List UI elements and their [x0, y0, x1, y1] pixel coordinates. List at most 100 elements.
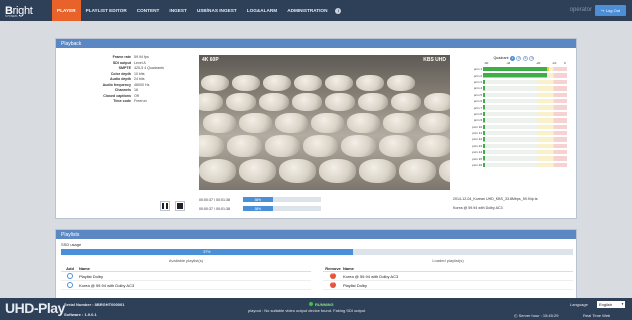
playlist-name: Playlist Dolby [79, 273, 104, 279]
level-fill [483, 111, 485, 117]
level-meter [483, 137, 567, 142]
add-playlist-icon[interactable] [67, 282, 73, 288]
level-meter [483, 73, 567, 78]
video-content [424, 93, 450, 111]
channel-label: pcm 7 [473, 105, 482, 110]
level-meter [483, 98, 567, 104]
table-row: Korea @ 59.94 with Dolby AC3 [323, 271, 573, 281]
quadrant-button-4[interactable]: 4 [529, 55, 535, 61]
playlist-name: Playlist Dolby [343, 282, 368, 288]
level-meter [483, 111, 567, 117]
scale-tick: -20 [536, 61, 541, 65]
video-content [259, 93, 289, 111]
ssd-usage-bar: 57% [61, 249, 573, 255]
video-content [399, 159, 436, 183]
brand-logo: Bright SYSTEMS [5, 4, 33, 19]
video-content [325, 93, 355, 111]
level-meter [483, 105, 567, 110]
name-column-header: Name [343, 266, 354, 271]
top-bar: Bright SYSTEMS PLAYER PLAYLIST EDITOR CO… [0, 0, 632, 21]
property-key: Time code [113, 99, 131, 103]
video-content [383, 113, 416, 133]
nav-player[interactable]: PLAYER [52, 0, 81, 21]
progress-fill: 38% [243, 206, 273, 211]
table-header: Add Name [61, 265, 311, 272]
playlists-header: Playlists [56, 230, 576, 239]
nav-log-alarm[interactable]: LOG&ALARM [242, 0, 282, 21]
nav-administration[interactable]: ADMINISTRATION [282, 0, 332, 21]
info-icon[interactable]: i [335, 7, 342, 14]
video-content [379, 135, 414, 157]
stop-icon [177, 203, 183, 209]
meter-scale: -60 -44 -20 -10 0 [484, 61, 575, 66]
playlists-panel: Playlists SSD usage 57% Available playli… [55, 229, 577, 303]
language-select[interactable]: English ▼ [597, 300, 625, 308]
channel-label: pcm 4 [473, 86, 482, 91]
add-playlist-icon[interactable] [67, 273, 73, 279]
available-playlists-title: Available playlist(s) [168, 258, 204, 263]
software-version: Software : 1.9.0.1 [64, 312, 97, 317]
level-meter [483, 130, 567, 136]
level-fill [483, 162, 485, 168]
video-content [292, 93, 322, 111]
channel-label: pcm 12 [472, 137, 482, 142]
scale-tick: -44 [506, 61, 511, 65]
quadrant-button-3[interactable]: 3 [522, 55, 528, 61]
video-content [199, 159, 236, 183]
stop-button[interactable] [175, 201, 185, 211]
level-fill [483, 73, 547, 78]
level-fill [483, 67, 549, 72]
nav-usb-nas-ingest[interactable]: USB/NAS INGEST [192, 0, 242, 21]
level-meter [483, 118, 567, 123]
status-indicator-icon [309, 302, 313, 306]
playlist-name: Korea @ 59.94 with Dolby AC3 [343, 273, 399, 279]
remove-column-header: Remove [325, 266, 341, 271]
progress-bar[interactable]: 38% [243, 197, 321, 202]
nav-playlist-editor[interactable]: PLAYLIST EDITOR [81, 0, 132, 21]
level-meter [483, 67, 567, 72]
chevron-down-icon: ▼ [621, 302, 624, 306]
channel-label: pcm 3 [473, 79, 482, 84]
level-meter [483, 124, 567, 129]
table-row: Playlist Dolby [323, 280, 573, 290]
logout-button[interactable]: ↪ Log Out [595, 5, 626, 16]
meter-list: pcm 1 pcm 2 pcm 3 pcm 4 pcm 5 pcm 6 pcm 7 pcm 8… [453, 66, 575, 168]
audio-meters: Quadrant 1 2 3 4 -60 -44 -20 -10 0 pcm 1… [453, 55, 575, 190]
pause-button[interactable] [160, 201, 170, 211]
nav-ingest[interactable]: INGEST [164, 0, 191, 21]
channel-label: pcm 2 [473, 73, 482, 78]
video-content [265, 135, 300, 157]
remove-playlist-icon[interactable] [330, 280, 336, 288]
name-column-header: Name [79, 266, 90, 271]
available-playlists-table: Add Name Playlist Dolby Korea @ 59.94 wi… [61, 265, 311, 290]
channel-label: pcm 5 [473, 92, 482, 97]
video-content [232, 75, 260, 91]
video-content [439, 159, 450, 183]
channel-label: pcm 16 [472, 163, 482, 168]
channel-logo-overlay: KBS UHD [423, 57, 446, 63]
video-content [359, 159, 396, 183]
quadrant-button-2[interactable]: 2 [516, 55, 522, 61]
property-row: Time code Freerun [78, 99, 198, 105]
main-nav: PLAYER PLAYLIST EDITOR CONTENT INGEST US… [52, 0, 342, 21]
progress-bar[interactable]: 38% [243, 206, 321, 211]
nav-content[interactable]: CONTENT [132, 0, 165, 21]
video-content [263, 75, 291, 91]
remove-playlist-icon[interactable] [330, 271, 336, 279]
scale-tick: -60 [484, 61, 489, 65]
video-content [311, 113, 344, 133]
level-meter [483, 156, 567, 161]
playback-header: Playback [56, 39, 576, 48]
video-content [201, 75, 229, 91]
video-content [203, 113, 236, 133]
video-content [325, 75, 353, 91]
scale-tick: -10 [552, 61, 557, 65]
status-text: RUNNING [315, 301, 334, 307]
current-playlist-name: Korea @ 59.94 with Dolby AC3 [453, 206, 503, 210]
video-content [358, 93, 388, 111]
level-fill [483, 124, 485, 129]
level-fill [483, 137, 485, 142]
quadrant-button-1[interactable]: 1 [509, 55, 515, 61]
serial-number: Serial Number : 8BRGHT000001 [64, 302, 125, 307]
level-fill [483, 143, 485, 149]
